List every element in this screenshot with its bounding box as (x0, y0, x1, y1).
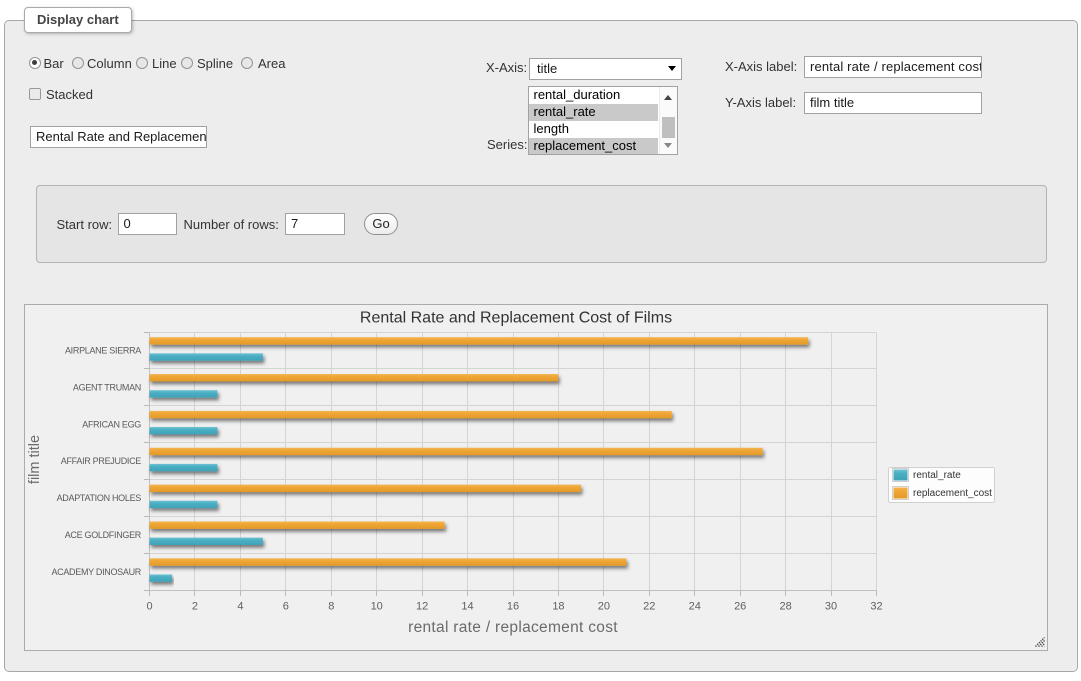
svg-text:4: 4 (237, 601, 243, 613)
svg-text:20: 20 (598, 601, 610, 613)
svg-text:ADAPTATION HOLES: ADAPTATION HOLES (57, 493, 142, 503)
svg-text:6: 6 (283, 601, 289, 613)
svg-text:AFFAIR PREJUDICE: AFFAIR PREJUDICE (61, 456, 142, 466)
svg-text:ACADEMY DINOSAUR: ACADEMY DINOSAUR (51, 567, 141, 577)
svg-text:ACE GOLDFINGER: ACE GOLDFINGER (65, 530, 142, 540)
svg-text:24: 24 (689, 601, 701, 613)
svg-text:AGENT TRUMAN: AGENT TRUMAN (73, 382, 141, 392)
svg-text:18: 18 (552, 601, 564, 613)
svg-text:replacement_cost: replacement_cost (913, 488, 992, 499)
svg-text:8: 8 (328, 601, 334, 613)
svg-text:AFRICAN EGG: AFRICAN EGG (82, 419, 141, 429)
svg-text:14: 14 (461, 601, 473, 613)
svg-text:22: 22 (643, 601, 655, 613)
svg-text:rental rate / replacement cost: rental rate / replacement cost (408, 619, 618, 636)
svg-text:32: 32 (870, 601, 882, 613)
svg-text:26: 26 (734, 601, 746, 613)
svg-text:10: 10 (371, 601, 383, 613)
svg-text:Rental Rate and Replacement Co: Rental Rate and Replacement Cost of Film… (360, 310, 672, 327)
svg-text:28: 28 (779, 601, 791, 613)
svg-text:AIRPLANE SIERRA: AIRPLANE SIERRA (65, 346, 141, 356)
svg-text:12: 12 (416, 601, 428, 613)
svg-text:30: 30 (825, 601, 837, 613)
svg-text:2: 2 (192, 601, 198, 613)
svg-text:film title: film title (27, 435, 43, 484)
svg-text:0: 0 (146, 601, 152, 613)
svg-text:16: 16 (507, 601, 519, 613)
svg-text:rental_rate: rental_rate (913, 470, 961, 481)
